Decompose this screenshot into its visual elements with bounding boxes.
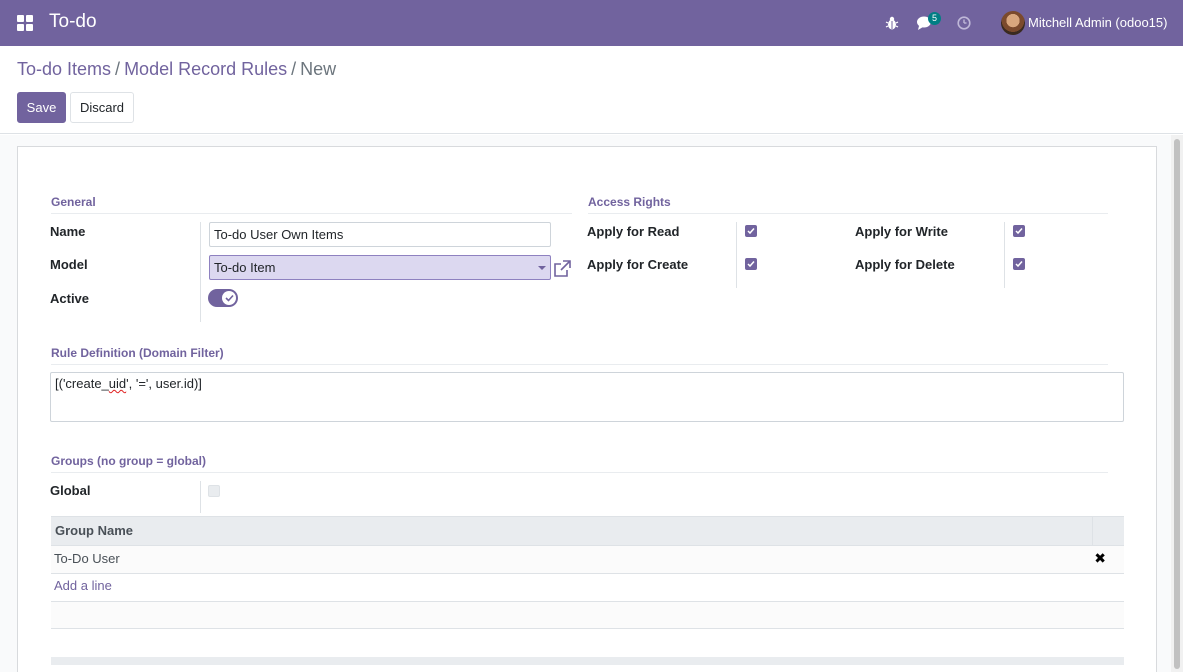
- add-line-link[interactable]: Add a line: [54, 578, 112, 593]
- top-navbar: To-do 5 Mitchell Admin (odoo15): [0, 0, 1183, 46]
- group-name-cell[interactable]: To-Do User: [54, 551, 120, 566]
- page-scrollbar[interactable]: [1171, 135, 1183, 672]
- column-header-actions: [1092, 517, 1124, 545]
- rule-definition-section-title: Rule Definition (Domain Filter): [51, 346, 1108, 365]
- domain-filter-textarea[interactable]: [('create_uid', '=', user.id)]: [50, 372, 1124, 422]
- user-name[interactable]: Mitchell Admin (odoo15): [1028, 15, 1167, 30]
- model-select[interactable]: To-do Item: [209, 255, 551, 280]
- model-label: Model: [50, 257, 88, 272]
- domain-text-prefix: [('create_: [55, 376, 109, 391]
- chat-count-badge: 5: [928, 12, 942, 25]
- activity-clock-icon[interactable]: [957, 16, 971, 30]
- control-panel: To-do Items / Model Record Rules / New Save …: [0, 46, 1183, 134]
- table-footer: [51, 657, 1124, 665]
- chevron-down-icon: [538, 266, 546, 270]
- empty-table-row: [51, 601, 1124, 629]
- access-divider-right: [1004, 222, 1005, 288]
- breadcrumb-current: New: [300, 59, 337, 79]
- general-section-title: General: [51, 195, 572, 214]
- apply-read-checkbox[interactable]: [745, 225, 757, 237]
- groups-table-header: Group Name: [51, 516, 1124, 546]
- global-checkbox: [208, 485, 220, 497]
- discard-button[interactable]: Discard: [70, 92, 134, 123]
- breadcrumb-item-todo-items[interactable]: To-do Items: [17, 59, 111, 79]
- apply-delete-label: Apply for Delete: [855, 257, 955, 272]
- access-divider-left: [736, 222, 737, 288]
- column-header-group-name[interactable]: Group Name: [55, 523, 133, 538]
- bug-icon[interactable]: [885, 15, 899, 31]
- global-label: Global: [50, 483, 91, 498]
- access-rights-section-title: Access Rights: [588, 195, 1108, 214]
- apply-create-label: Apply for Create: [587, 257, 689, 272]
- domain-text-flagged: uid: [108, 376, 127, 391]
- scrollbar-thumb[interactable]: [1174, 139, 1180, 669]
- form-content: General Name Model Active To-do User Own…: [0, 135, 1183, 672]
- apply-read-label: Apply for Read: [587, 224, 680, 239]
- active-label: Active: [50, 291, 90, 306]
- apply-create-checkbox[interactable]: [745, 258, 757, 270]
- delete-row-icon[interactable]: ✖: [1094, 550, 1106, 567]
- name-label: Name: [50, 224, 86, 239]
- app-title[interactable]: To-do: [49, 11, 97, 33]
- check-icon: [224, 294, 234, 302]
- name-input[interactable]: To-do User Own Items: [209, 222, 551, 247]
- model-select-value: To-do Item: [214, 260, 276, 275]
- global-divider: [200, 481, 201, 513]
- save-button[interactable]: Save: [17, 92, 66, 123]
- groups-section-title: Groups (no group = global): [51, 454, 1108, 473]
- external-link-icon[interactable]: [553, 260, 572, 278]
- apply-delete-checkbox[interactable]: [1013, 258, 1025, 270]
- form-sheet: General Name Model Active To-do User Own…: [17, 146, 1157, 672]
- table-row[interactable]: To-Do User ✖: [51, 546, 1124, 574]
- domain-text-suffix: ', '=', user.id)]: [126, 376, 202, 391]
- apply-write-label: Apply for Write: [855, 224, 948, 239]
- breadcrumb: To-do Items / Model Record Rules / New: [17, 59, 337, 79]
- breadcrumb-item-model-record-rules[interactable]: Model Record Rules: [124, 59, 287, 79]
- apps-menu-icon[interactable]: [17, 15, 33, 31]
- apply-write-checkbox[interactable]: [1013, 225, 1025, 237]
- user-avatar[interactable]: [1001, 11, 1025, 35]
- active-toggle[interactable]: [208, 289, 238, 307]
- general-divider: [200, 222, 201, 322]
